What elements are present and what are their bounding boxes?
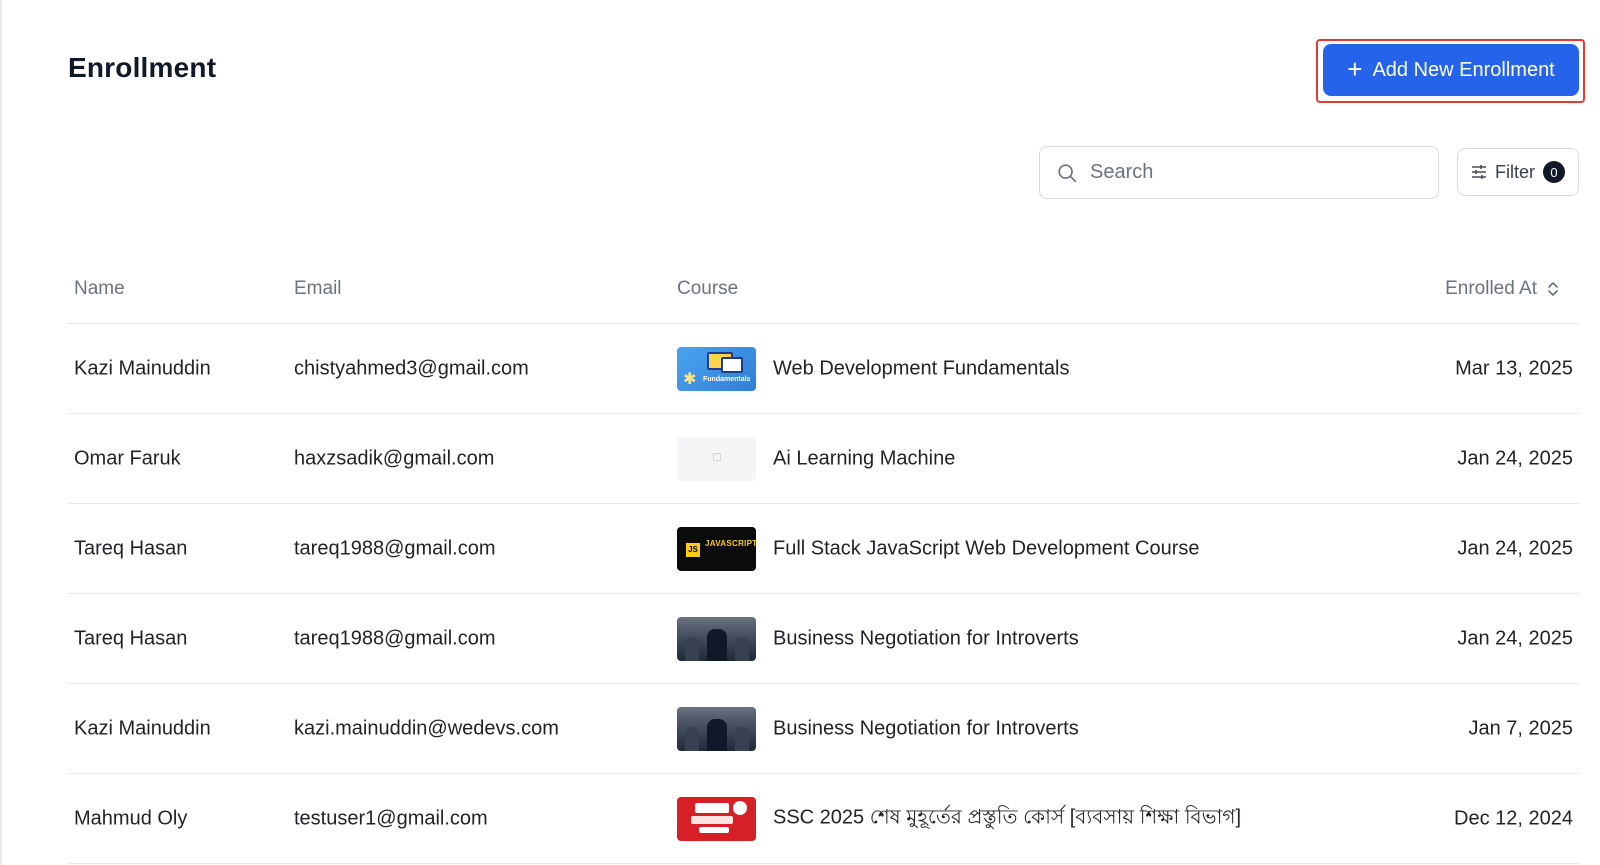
row-email: tareq1988@gmail.com (294, 537, 496, 559)
sliders-icon (1472, 165, 1486, 179)
table-row[interactable]: Tareq Hasan tareq1988@gmail.com JS JAVAS… (68, 504, 1579, 594)
row-email: testuser1@gmail.com (294, 807, 488, 829)
row-name: Tareq Hasan (74, 627, 188, 649)
row-course[interactable]: Web Development Fundamentals (773, 357, 1069, 380)
row-email: kazi.mainuddin@wedevs.com (294, 717, 559, 739)
row-enrolled-at: Mar 13, 2025 (1455, 357, 1573, 379)
gear-icon: ✱ (683, 370, 697, 388)
row-course[interactable]: Business Negotiation for Introverts (773, 627, 1079, 650)
table-row[interactable]: Kazi Mainuddin chistyahmed3@gmail.com ✱ … (68, 324, 1579, 414)
column-header-email: Email (294, 278, 342, 299)
row-course[interactable]: Full Stack JavaScript Web Development Co… (773, 537, 1199, 560)
table-row[interactable]: Tareq Hasan tareq1988@gmail.com Business… (68, 594, 1579, 684)
plus-icon: + (1347, 53, 1363, 84)
business-thumbnail (677, 616, 756, 661)
enrollment-table: Name Email Course Enrolled At Kazi Mainu… (68, 258, 1579, 864)
column-header-course: Course (677, 278, 739, 299)
row-name: Kazi Mainuddin (74, 717, 211, 739)
row-enrolled-at: Dec 12, 2024 (1454, 807, 1573, 829)
row-enrolled-at: Jan 24, 2025 (1457, 627, 1573, 649)
column-header-enrolled-at-label: Enrolled At (1445, 278, 1537, 299)
filter-count-badge: 0 (1543, 161, 1565, 183)
row-course[interactable]: Ai Learning Machine (773, 447, 955, 470)
left-edge-divider (0, 0, 2, 865)
js-badge: JS (686, 542, 700, 557)
filter-label: Filter (1495, 161, 1535, 182)
row-email: chistyahmed3@gmail.com (294, 357, 529, 379)
add-new-enrollment-label: Add New Enrollment (1372, 58, 1555, 81)
business-thumbnail (677, 706, 756, 751)
column-header-enrolled-at[interactable]: Enrolled At (1445, 278, 1559, 300)
javascript-thumbnail: JS JAVASCRIPT (677, 526, 756, 571)
row-course[interactable]: Business Negotiation for Introverts (773, 717, 1079, 740)
ai-thumbnail (677, 436, 756, 481)
row-name: Tareq Hasan (74, 537, 188, 559)
row-enrolled-at: Jan 24, 2025 (1457, 447, 1573, 469)
search-icon (1058, 163, 1077, 182)
ssc-thumbnail (677, 796, 756, 841)
row-email: haxzsadik@gmail.com (294, 447, 495, 469)
thumbnail-caption: Fundamentals (703, 375, 751, 383)
row-enrolled-at: Jan 7, 2025 (1468, 717, 1573, 739)
table-row[interactable]: Omar Faruk haxzsadik@gmail.com Ai Learni… (68, 414, 1579, 504)
column-header-name: Name (74, 278, 125, 299)
row-email: tareq1988@gmail.com (294, 627, 496, 649)
table-row[interactable]: Mahmud Oly testuser1@gmail.com SSC 2025 … (68, 774, 1579, 864)
row-name: Kazi Mainuddin (74, 357, 211, 379)
search-box[interactable] (1039, 146, 1439, 199)
image-placeholder-icon (713, 452, 721, 461)
row-course[interactable]: SSC 2025 শেষ মুহূর্তের প্রস্তুতি কোর্স [… (773, 802, 1241, 835)
sort-icon[interactable] (1547, 280, 1559, 298)
checkmark-icon (733, 800, 747, 815)
row-name: Mahmud Oly (74, 807, 188, 829)
table-header: Name Email Course Enrolled At (68, 258, 1579, 324)
web-dev-thumbnail: ✱ Fundamentals (677, 346, 756, 391)
row-enrolled-at: Jan 24, 2025 (1457, 537, 1573, 559)
js-thumbnail-title: JAVASCRIPT (705, 538, 756, 548)
search-input[interactable] (1090, 161, 1410, 184)
page-title: Enrollment (68, 52, 217, 83)
filter-button[interactable]: Filter 0 (1457, 148, 1579, 196)
add-new-enrollment-button[interactable]: + Add New Enrollment (1323, 44, 1579, 96)
row-name: Omar Faruk (74, 447, 181, 469)
table-row[interactable]: Kazi Mainuddin kazi.mainuddin@wedevs.com… (68, 684, 1579, 774)
